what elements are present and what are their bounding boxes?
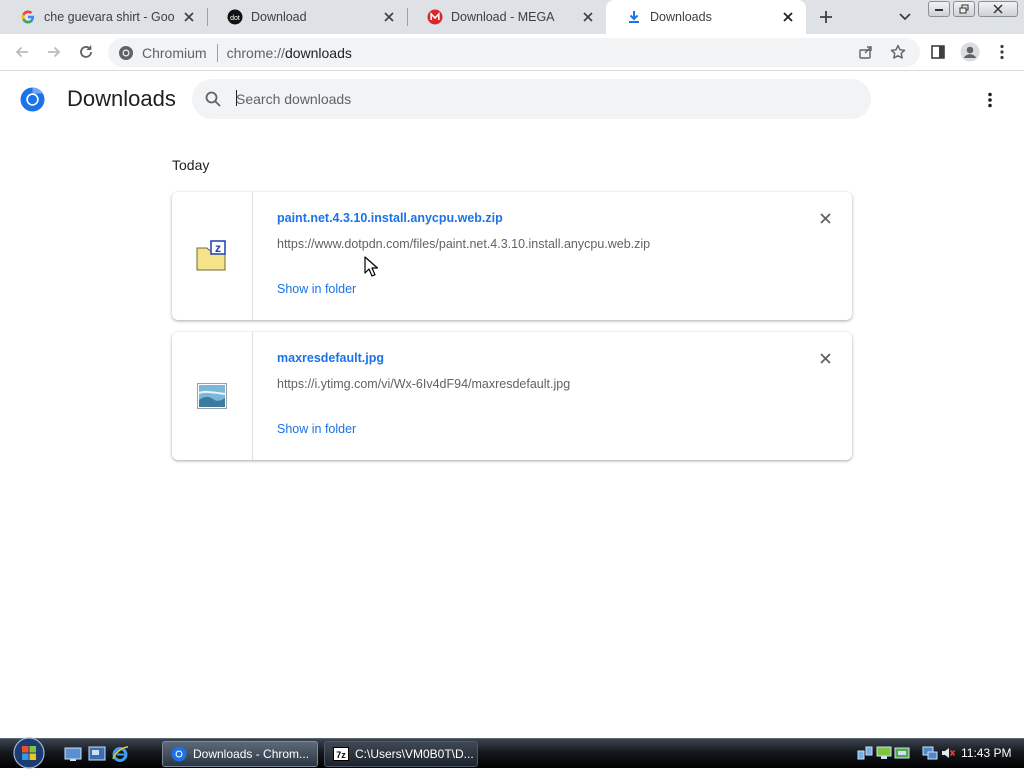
taskbar-task-chromium[interactable]: Downloads - Chrom...: [162, 741, 318, 767]
7zip-icon: 7z: [333, 746, 349, 762]
side-panel-button[interactable]: [926, 40, 950, 64]
show-in-folder-link[interactable]: Show in folder: [277, 282, 356, 296]
minimize-button[interactable]: [928, 1, 950, 17]
chromium-logo-icon: [20, 87, 45, 112]
tab-download-dotpdn[interactable]: dot Download: [207, 0, 407, 34]
remove-download-button[interactable]: [817, 350, 833, 366]
devices-tray-icon[interactable]: [894, 745, 910, 761]
star-icon: [890, 44, 906, 59]
show-in-folder-link[interactable]: Show in folder: [277, 422, 356, 436]
internet-explorer-icon[interactable]: [111, 745, 129, 763]
taskbar-task-7zip[interactable]: 7z C:\Users\VM0B0T\D...: [324, 741, 478, 767]
address-bar[interactable]: Chromium chrome://downloads: [108, 38, 920, 67]
show-desktop-icon[interactable]: [64, 745, 82, 763]
network-status-tray-icon[interactable]: [922, 745, 938, 761]
tab-google-search[interactable]: che guevara shirt - Google Search: [0, 0, 207, 34]
svg-text:dot: dot: [230, 15, 240, 22]
tab-title: Downloads: [650, 10, 712, 24]
close-icon: [819, 352, 831, 364]
search-box[interactable]: [192, 79, 871, 119]
site-info-chip[interactable]: Chromium: [108, 45, 207, 61]
tab-title: che guevara shirt - Google Search: [44, 10, 175, 24]
omnibox-divider: [216, 43, 218, 62]
google-icon: [20, 9, 36, 25]
mega-icon: [427, 9, 443, 25]
taskbar-clock: 11:43 PM: [961, 746, 1012, 760]
url-host: downloads: [284, 44, 352, 61]
close-icon[interactable]: [780, 9, 796, 25]
reload-button[interactable]: [74, 40, 98, 64]
download-item: maxresdefault.jpg https://i.ytimg.com/vi…: [172, 332, 852, 460]
switch-windows-icon[interactable]: [88, 745, 106, 763]
tab-strip: che guevara shirt - Google Search dot Do…: [0, 0, 1024, 34]
download-filename-link[interactable]: paint.net.4.3.10.install.anycpu.web.zip: [277, 211, 503, 225]
tab-title: Download: [251, 10, 307, 24]
tab-downloads[interactable]: Downloads: [606, 0, 806, 34]
image-file-icon: [197, 383, 227, 409]
browser-toolbar: Chromium chrome://downloads: [0, 34, 1024, 71]
file-icon-column: [172, 332, 253, 460]
share-icon: [859, 46, 872, 59]
date-heading: Today: [172, 157, 210, 173]
restore-button[interactable]: [953, 1, 975, 17]
page-title: Downloads: [67, 86, 176, 111]
back-button[interactable]: [10, 40, 34, 64]
download-source-url[interactable]: https://i.ytimg.com/vi/Wx-6Iv4dF94/maxre…: [277, 377, 570, 391]
url-scheme: chrome://: [226, 44, 285, 61]
download-source-url[interactable]: https://www.dotpdn.com/files/paint.net.4…: [277, 237, 650, 251]
volume-muted-icon[interactable]: [940, 745, 956, 761]
search-input[interactable]: [236, 79, 836, 119]
chromium-icon: [171, 746, 187, 762]
dotpdn-icon: dot: [227, 9, 243, 25]
svg-text:7z: 7z: [336, 750, 346, 760]
mouse-cursor-icon: [364, 256, 378, 277]
start-button[interactable]: [10, 736, 48, 770]
downloads-header: Downloads: [0, 72, 1024, 128]
display-tray-icon[interactable]: [876, 745, 892, 761]
avatar-icon: [960, 42, 980, 62]
file-icon-column: z: [172, 192, 253, 320]
taskbar-task-label: Downloads - Chrom...: [193, 747, 310, 761]
browser-menu-button[interactable]: [990, 40, 1014, 64]
zip-archive-icon: z: [196, 240, 226, 271]
site-label: Chromium: [142, 44, 207, 61]
download-filename-link[interactable]: maxresdefault.jpg: [277, 351, 384, 365]
more-vert-icon: [1000, 44, 1004, 60]
bookmark-button[interactable]: [886, 40, 910, 64]
chromium-icon: [119, 45, 133, 60]
profile-button[interactable]: [958, 40, 982, 64]
forward-button[interactable]: [42, 40, 66, 64]
text-caret: [236, 90, 237, 106]
tab-search-button[interactable]: [893, 5, 917, 29]
svg-text:z: z: [215, 241, 221, 255]
remove-download-button[interactable]: [817, 210, 833, 226]
windows-taskbar: Downloads - Chrom... 7z C:\Users\VM0B0T\…: [0, 736, 1024, 770]
tab-title: Download - MEGA: [451, 10, 555, 24]
close-icon: [819, 212, 831, 224]
download-item: z paint.net.4.3.10.install.anycpu.web.zi…: [172, 192, 852, 320]
share-button[interactable]: [854, 40, 878, 64]
network-tray-icon[interactable]: [857, 745, 873, 761]
tab-download-mega[interactable]: Download - MEGA: [407, 0, 606, 34]
more-vert-icon: [988, 92, 992, 108]
side-panel-icon: [931, 45, 945, 59]
downloads-menu-button[interactable]: [978, 88, 1002, 112]
taskbar-task-label: C:\Users\VM0B0T\D...: [355, 747, 474, 761]
close-icon[interactable]: [381, 9, 397, 25]
close-window-button[interactable]: [978, 1, 1018, 17]
download-icon: [626, 9, 642, 25]
close-icon[interactable]: [181, 9, 197, 25]
search-icon: [205, 91, 221, 107]
close-icon[interactable]: [580, 9, 596, 25]
new-tab-button[interactable]: [814, 5, 838, 29]
